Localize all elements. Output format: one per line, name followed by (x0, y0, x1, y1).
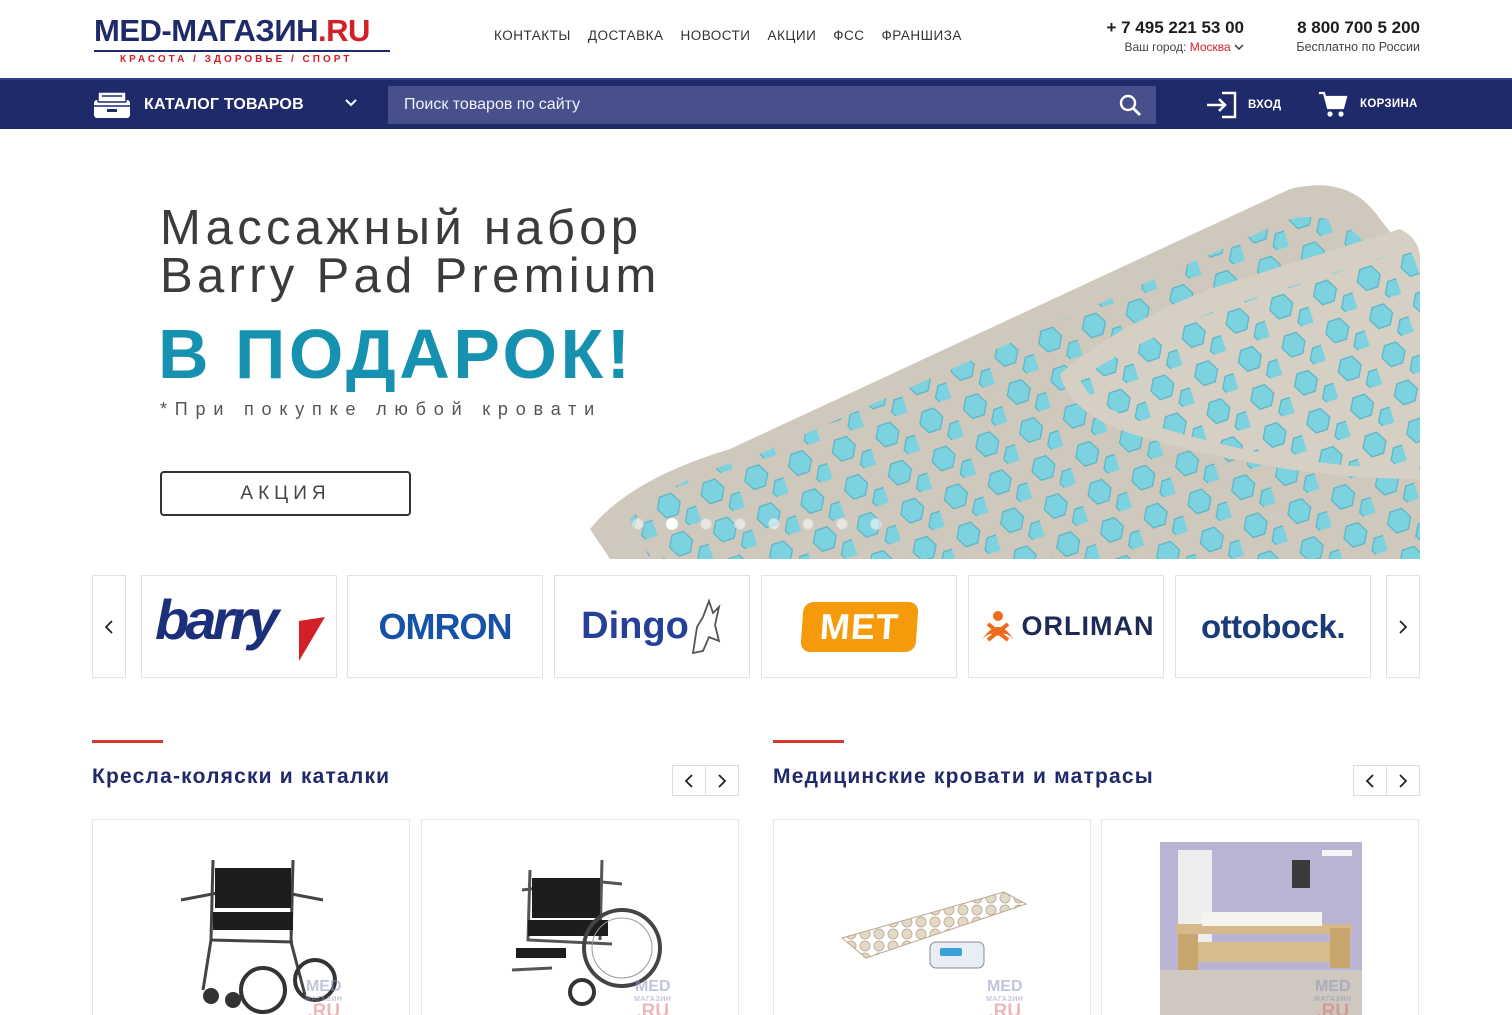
search-bar (388, 86, 1156, 124)
city-value[interactable]: Москва (1190, 40, 1231, 54)
svg-text:barry: barry (155, 588, 282, 651)
cart-label: КОРЗИНА (1360, 98, 1418, 110)
login-button[interactable]: ВХОД (1204, 90, 1281, 120)
wheelchairs-pager (672, 765, 739, 796)
nav-promotions[interactable]: АКЦИИ (768, 28, 817, 43)
top-header: MED-МАГАЗИН.RU КРАСОТА / ЗДОРОВЬЕ / СПОР… (0, 0, 1512, 78)
slider-dot-2[interactable] (666, 518, 678, 530)
wheelchairs-next-button[interactable] (706, 766, 739, 795)
phone-city-block: + 7 495 221 53 00 Ваш город: Москва (1088, 18, 1244, 54)
search-input[interactable] (388, 86, 1088, 124)
phone-free-note: Бесплатно по России (1296, 40, 1420, 54)
slider-dots (632, 518, 882, 530)
site-logo[interactable]: MED-МАГАЗИН.RU КРАСОТА / ЗДОРОВЬЕ / СПОР… (94, 14, 394, 70)
section-title-beds[interactable]: Медицинские кровати и матрасы (773, 765, 1154, 789)
hero-gift-text: В ПОДАРОК! (158, 315, 634, 393)
logo-tagline: КРАСОТА / ЗДОРОВЬЕ / СПОРТ (120, 54, 353, 65)
phone-city[interactable]: + 7 495 221 53 00 (1088, 18, 1244, 38)
catalog-box-icon (94, 91, 130, 118)
slider-dot-4[interactable] (734, 518, 746, 530)
wheelchair-image (511, 859, 662, 1006)
logo-underline (94, 50, 390, 52)
catalog-label: КАТАЛОГ ТОВАРОВ (144, 96, 304, 113)
phone-free-block: 8 800 700 5 200 Бесплатно по России (1270, 18, 1420, 54)
product-card-wheelchair-light[interactable]: MED МАГАЗИН .RU (92, 819, 410, 1015)
slider-dot-5[interactable] (768, 518, 780, 530)
watermark-logo: MED МАГАЗИН .RU (986, 978, 1024, 1015)
met-logo: MET (799, 601, 919, 652)
dingo-logo: Dingo (581, 605, 689, 647)
massage-mat-image (590, 185, 1420, 559)
slider-dot-7[interactable] (836, 518, 848, 530)
city-selector[interactable]: Ваш город: Москва (1088, 40, 1244, 54)
nav-contacts[interactable]: КОНТАКТЫ (494, 28, 571, 43)
brand-dingo[interactable]: Dingo (554, 575, 750, 678)
phone-free[interactable]: 8 800 700 5 200 (1270, 18, 1420, 38)
section-title-wheelchairs[interactable]: Кресла-коляски и каталки (92, 765, 390, 789)
main-navbar: КАТАЛОГ ТОВАРОВ ВХОД КОРЗИНА (0, 78, 1512, 129)
section-accent-bar (773, 740, 844, 743)
watermark-logo: MED МАГАЗИН .RU (305, 978, 343, 1015)
brand-ottobock[interactable]: ottobock. (1175, 575, 1371, 678)
slider-dot-3[interactable] (700, 518, 712, 530)
section-accent-bar (92, 740, 163, 743)
product-card-wheelchair-standard[interactable]: MED МАГАЗИН .RU (421, 819, 739, 1015)
city-label: Ваш город: (1124, 40, 1187, 54)
chevron-down-icon (345, 99, 357, 107)
barry-logo: barry (155, 588, 325, 661)
slider-dot-1[interactable] (632, 518, 644, 530)
hero-note: *При покупке любой кровати (160, 399, 603, 419)
omron-logo: OMRON (378, 605, 513, 647)
mattress-image (840, 891, 1028, 969)
watermark-logo: MED МАГАЗИН .RU (1314, 978, 1352, 1015)
catalog-button[interactable]: КАТАЛОГ ТОВАРОВ (92, 87, 362, 123)
brand-met[interactable]: MET (761, 575, 957, 678)
wheelchair-image (180, 859, 337, 1014)
chevron-left-icon (1365, 773, 1374, 788)
orliman-logo: ORLIMAN (1021, 611, 1155, 641)
brand-orliman[interactable]: ORLIMAN (968, 575, 1164, 678)
orliman-figure-icon (981, 610, 1014, 642)
chevron-left-icon (684, 773, 693, 788)
brand-barry[interactable]: barry (141, 575, 337, 678)
brands-next-button[interactable] (1386, 575, 1420, 678)
chevron-down-icon (1234, 44, 1244, 50)
search-icon[interactable] (1118, 93, 1142, 117)
login-icon (1207, 91, 1237, 119)
ottobock-logo: ottobock. (1201, 607, 1345, 645)
cart-icon (1319, 91, 1348, 117)
wolf-icon (691, 597, 721, 654)
brand-carousel: barry OMRON Dingo MET ORLIMAN ottobock. (92, 575, 1420, 678)
nav-news[interactable]: НОВОСТИ (680, 28, 750, 43)
chevron-left-icon (104, 619, 113, 634)
beds-prev-button[interactable] (1354, 766, 1387, 795)
nav-franchise[interactable]: ФРАНШИЗА (882, 28, 962, 43)
brands-prev-button[interactable] (92, 575, 126, 678)
beds-next-button[interactable] (1387, 766, 1420, 795)
chevron-right-icon (1399, 619, 1408, 634)
beds-pager (1353, 765, 1420, 796)
promo-button[interactable]: АКЦИЯ (160, 471, 411, 516)
cart-button[interactable]: КОРЗИНА (1318, 90, 1418, 118)
login-label: ВХОД (1248, 99, 1282, 111)
slider-dot-8[interactable] (870, 518, 882, 530)
medical-bed-image (1160, 842, 1362, 1015)
chevron-right-icon (1399, 773, 1408, 788)
product-card-medical-bed[interactable]: MED МАГАЗИН .RU (1101, 819, 1419, 1015)
chevron-right-icon (718, 773, 727, 788)
nav-fss[interactable]: ФСС (833, 28, 864, 43)
top-nav: КОНТАКТЫ ДОСТАВКА НОВОСТИ АКЦИИ ФСС ФРАН… (494, 28, 979, 43)
nav-delivery[interactable]: ДОСТАВКА (588, 28, 664, 43)
watermark-logo: MED МАГАЗИН .RU (634, 978, 672, 1015)
hero-banner[interactable]: Массажный набор Barry Pad Premium В ПОДА… (92, 129, 1420, 559)
logo-text: MED-МАГАЗИН.RU (94, 13, 370, 48)
wheelchairs-prev-button[interactable] (673, 766, 706, 795)
hero-title-line2: Barry Pad Premium (160, 249, 661, 303)
product-card-mattress[interactable]: MED МАГАЗИН .RU (773, 819, 1091, 1015)
slider-dot-6[interactable] (802, 518, 814, 530)
hero-title-line1: Массажный набор (160, 201, 643, 255)
brand-omron[interactable]: OMRON (347, 575, 543, 678)
